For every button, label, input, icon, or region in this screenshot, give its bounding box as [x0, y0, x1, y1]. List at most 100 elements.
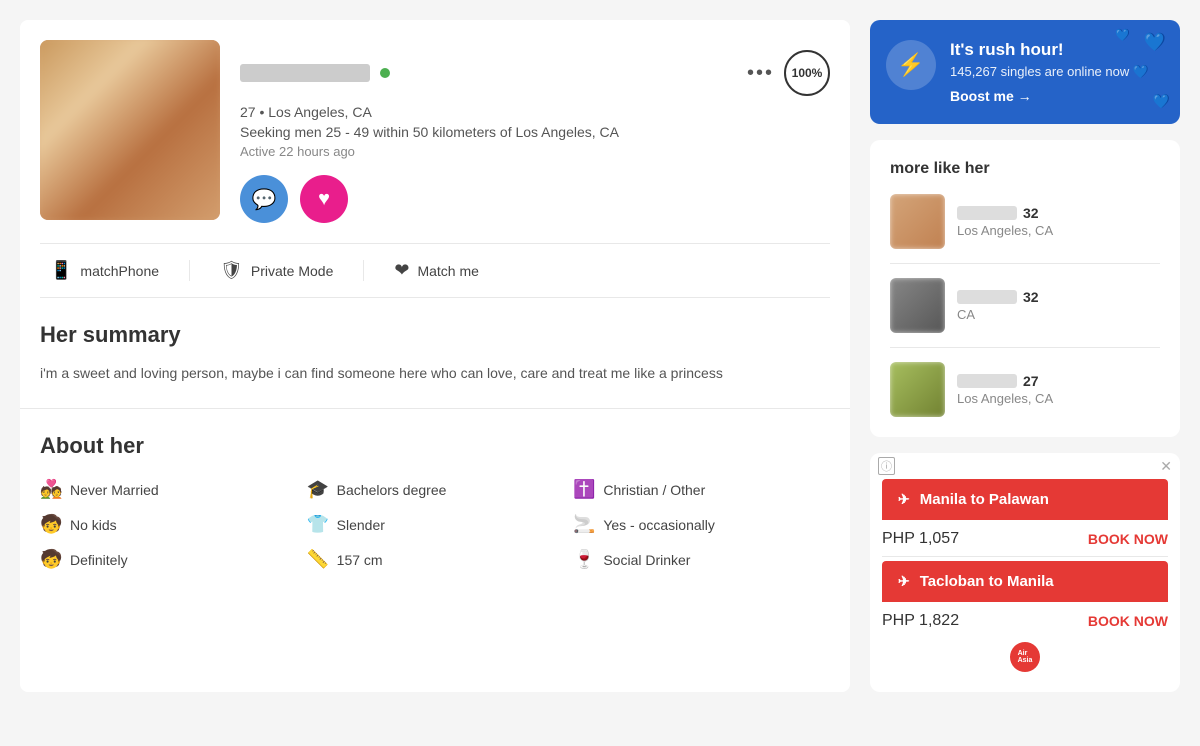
more-photo-blur-1 — [890, 194, 945, 249]
message-button[interactable]: 💬 — [240, 175, 288, 223]
profile-name-row: ••• 100% — [240, 50, 830, 96]
summary-title: Her summary — [40, 322, 830, 348]
ad-info-icon[interactable]: ⓘ — [878, 457, 895, 475]
profile-age-location: 27 • Los Angeles, CA — [240, 104, 830, 120]
more-name-blur-2 — [957, 290, 1017, 304]
ad-route-2: ✈ Tacloban to Manila PHP 1,822 BOOK NOW — [882, 561, 1168, 634]
ad-route-2-body: PHP 1,822 BOOK NOW — [882, 602, 1168, 634]
more-divider-1 — [890, 263, 1160, 264]
rush-text: It's rush hour! 145,267 singles are onli… — [950, 40, 1149, 104]
private-mode-button[interactable]: 🛡 Private Mode — [190, 260, 364, 281]
marital-label: Never Married — [70, 482, 159, 498]
about-body: 👕 Slender — [307, 514, 564, 535]
heart-deco-3: 💙 — [1115, 28, 1130, 42]
more-list: 32 Los Angeles, CA 32 — [890, 194, 1160, 417]
heart-deco-1: 💙 — [1144, 32, 1166, 53]
more-name-row-1: 32 — [957, 205, 1160, 221]
education-label: Bachelors degree — [337, 482, 447, 498]
religion-label: Christian / Other — [603, 482, 705, 498]
more-title: more like her — [890, 160, 1160, 178]
ad-separator — [882, 556, 1168, 557]
heart-icon: ♥ — [318, 188, 330, 211]
ad-card: ⓘ ✕ ✈ Manila to Palawan PHP 1,057 BOOK N… — [870, 453, 1180, 692]
kids-icon: 🧒 — [40, 514, 62, 535]
ad-book-2[interactable]: BOOK NOW — [1088, 613, 1168, 629]
more-age-3: 27 — [1023, 373, 1039, 389]
match-phone-label: matchPhone — [80, 263, 159, 279]
ad-route-1-label: Manila to Palawan — [920, 491, 1049, 508]
more-location-2: CA — [957, 307, 1160, 322]
about-title: About her — [40, 433, 830, 459]
about-want-kids: 🧒 Definitely — [40, 549, 297, 570]
options-button[interactable]: ••• — [747, 62, 774, 85]
match-heart-icon: ❤ — [394, 260, 409, 281]
more-item-3[interactable]: 27 Los Angeles, CA — [890, 362, 1160, 417]
ad-route-2-label: Tacloban to Manila — [920, 573, 1054, 590]
shield-icon: 🛡 — [220, 260, 243, 281]
ad-content: ✈ Manila to Palawan PHP 1,057 BOOK NOW ✈… — [870, 479, 1180, 692]
more-info-2: 32 CA — [957, 289, 1160, 322]
rush-card: 💙 💙 💙 ⚡ It's rush hour! 145,267 singles … — [870, 20, 1180, 124]
rush-title: It's rush hour! — [950, 40, 1149, 60]
drinking-icon: 🍷 — [573, 549, 595, 570]
smoking-label: Yes - occasionally — [603, 517, 715, 533]
boost-button[interactable]: Boost me → — [950, 88, 1149, 104]
about-grid: 💑 Never Married 🎓 Bachelors degree ✝️ Ch… — [40, 479, 830, 570]
more-photo-1 — [890, 194, 945, 249]
about-education: 🎓 Bachelors degree — [307, 479, 564, 500]
ad-header: ⓘ ✕ — [870, 453, 1180, 479]
profile-header: ••• 100% 27 • Los Angeles, CA Seeking me… — [20, 20, 850, 243]
about-section: About her 💑 Never Married 🎓 Bachelors de… — [20, 409, 850, 594]
ad-book-1[interactable]: BOOK NOW — [1088, 531, 1168, 547]
more-name-blur-1 — [957, 206, 1017, 220]
want-kids-icon: 🧒 — [40, 549, 62, 570]
profile-photo-blur — [40, 40, 220, 220]
feature-row: 📱 matchPhone 🛡 Private Mode ❤ Match me — [20, 244, 850, 297]
marital-icon: 💑 — [40, 479, 62, 500]
sidebar: 💙 💙 💙 ⚡ It's rush hour! 145,267 singles … — [870, 20, 1180, 692]
match-phone-button[interactable]: 📱 matchPhone — [40, 260, 190, 281]
more-name-blur-3 — [957, 374, 1017, 388]
plane-icon-2: ✈ — [898, 573, 910, 590]
ad-route-1-body: PHP 1,057 BOOK NOW — [882, 520, 1168, 552]
body-label: Slender — [337, 517, 385, 533]
want-kids-label: Definitely — [70, 552, 128, 568]
match-me-label: Match me — [417, 263, 478, 279]
education-icon: 🎓 — [307, 479, 329, 500]
more-location-3: Los Angeles, CA — [957, 391, 1160, 406]
about-marital: 💑 Never Married — [40, 479, 297, 500]
profile-active: Active 22 hours ago — [240, 144, 830, 159]
ad-route-2-header: ✈ Tacloban to Manila — [882, 561, 1168, 602]
ad-route-1-header: ✈ Manila to Palawan — [882, 479, 1168, 520]
profile-percent: 100% — [784, 50, 830, 96]
profile-name-blur — [240, 64, 370, 82]
ad-route-1: ✈ Manila to Palawan PHP 1,057 BOOK NOW — [882, 479, 1168, 552]
summary-text: i'm a sweet and loving person, maybe i c… — [40, 362, 830, 384]
like-button[interactable]: ♥ — [300, 175, 348, 223]
about-height: 📏 157 cm — [307, 549, 564, 570]
more-age-1: 32 — [1023, 205, 1039, 221]
more-item-1[interactable]: 32 Los Angeles, CA — [890, 194, 1160, 249]
smoking-icon: 🚬 — [573, 514, 595, 535]
ad-price-1: PHP 1,057 — [882, 530, 959, 548]
more-item-2[interactable]: 32 CA — [890, 278, 1160, 333]
page-container: ••• 100% 27 • Los Angeles, CA Seeking me… — [0, 0, 1200, 712]
height-icon: 📏 — [307, 549, 329, 570]
about-drinking: 🍷 Social Drinker — [573, 549, 830, 570]
body-icon: 👕 — [307, 514, 329, 535]
match-me-button[interactable]: ❤ Match me — [364, 260, 509, 281]
airasia-text: AirAsia — [1018, 650, 1033, 664]
kids-label: No kids — [70, 517, 117, 533]
ad-close-button[interactable]: ✕ — [1160, 458, 1172, 475]
more-info-3: 27 Los Angeles, CA — [957, 373, 1160, 406]
plane-icon-1: ✈ — [898, 491, 910, 508]
profile-photo — [40, 40, 220, 220]
summary-section: Her summary i'm a sweet and loving perso… — [20, 298, 850, 409]
more-like-her-card: more like her 32 Los Angeles, CA — [870, 140, 1180, 437]
more-photo-3 — [890, 362, 945, 417]
ad-logo: AirAsia — [882, 634, 1168, 680]
profile-seeking: Seeking men 25 - 49 within 50 kilometers… — [240, 124, 830, 140]
about-kids: 🧒 No kids — [40, 514, 297, 535]
religion-icon: ✝️ — [573, 479, 595, 500]
profile-info: ••• 100% 27 • Los Angeles, CA Seeking me… — [240, 40, 830, 223]
